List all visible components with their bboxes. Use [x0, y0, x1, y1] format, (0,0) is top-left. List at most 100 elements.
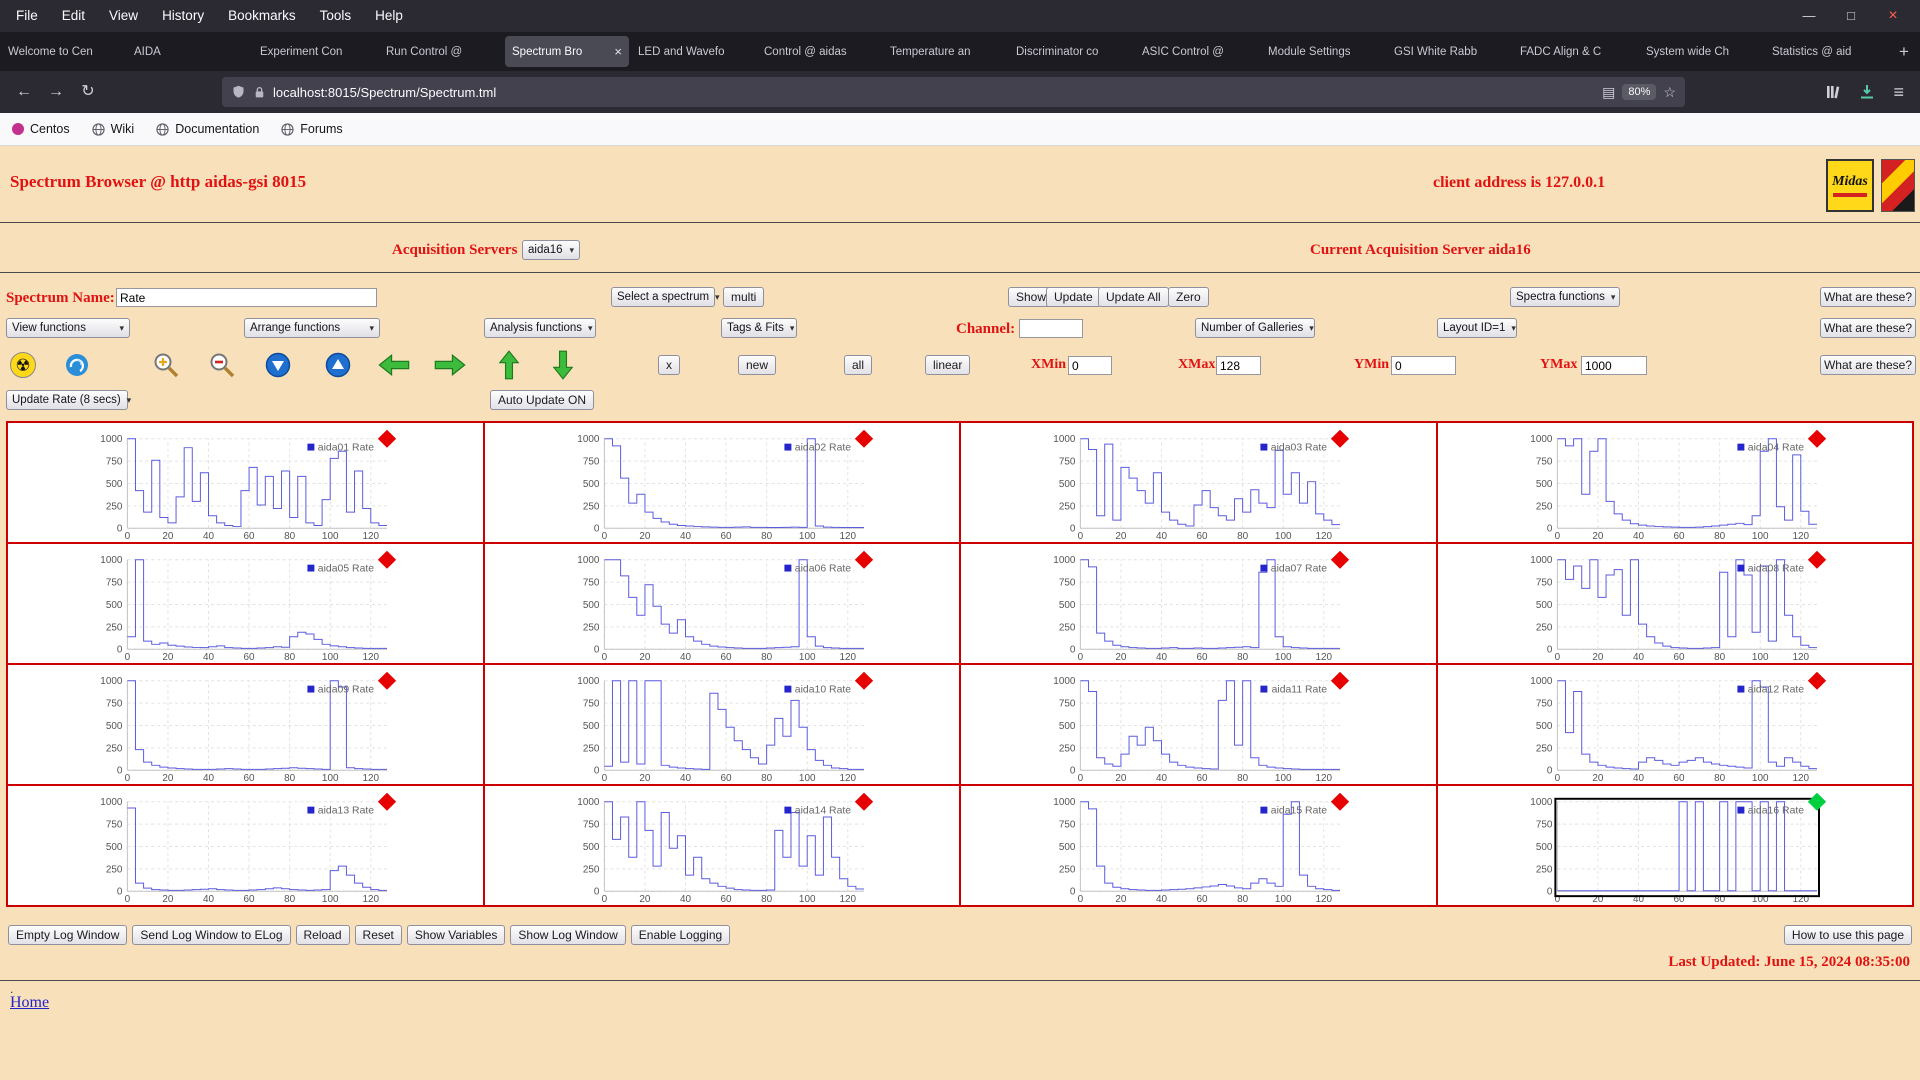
- spectrum-chart-aida04[interactable]: 0 250 500 750 1000 0 20 40 60 80 100 120 aida04 Rate: [1436, 422, 1913, 543]
- home-link[interactable]: Home: [10, 994, 49, 1012]
- xmin-input[interactable]: [1068, 356, 1112, 375]
- tab-system-wide-ch[interactable]: System wide Ch: [1639, 36, 1763, 67]
- spectrum-chart-aida03[interactable]: 0 250 500 750 1000 0 20 40 60 80 100 120 aida03 Rate: [960, 422, 1437, 543]
- reader-mode-icon[interactable]: ▤: [1602, 84, 1615, 101]
- menu-history[interactable]: History: [150, 0, 216, 32]
- water-swirl-icon[interactable]: [64, 352, 90, 378]
- tab-run-control[interactable]: Run Control @: [379, 36, 503, 67]
- new-button[interactable]: new: [738, 355, 777, 375]
- zero-button[interactable]: Zero: [1168, 287, 1209, 307]
- what-are-these-button-1[interactable]: What are these?: [1820, 287, 1916, 307]
- menu-hamburger-icon[interactable]: ≡: [1893, 82, 1904, 103]
- all-button[interactable]: all: [844, 355, 873, 375]
- reset-button[interactable]: Reset: [354, 925, 402, 945]
- radiation-icon[interactable]: ☢: [10, 352, 36, 378]
- tab-control-aidas[interactable]: Control @ aidas: [757, 36, 881, 67]
- tab-led-and-wavefo[interactable]: LED and Wavefo: [631, 36, 755, 67]
- layout-id-dropdown[interactable]: Layout ID=1: [1437, 318, 1517, 338]
- lock-icon[interactable]: [253, 85, 266, 100]
- zoom-in-magnifier-icon[interactable]: [152, 351, 180, 379]
- tab-spectrum-bro[interactable]: Spectrum Bro ×: [505, 36, 629, 67]
- how-to-use-button[interactable]: How to use this page: [1783, 925, 1912, 945]
- spectrum-chart-aida05[interactable]: 0 250 500 750 1000 0 20 40 60 80 100 120 aida05 Rate: [7, 543, 484, 664]
- tab-gsi-white-rabb[interactable]: GSI White Rabb: [1387, 36, 1511, 67]
- what-are-these-button-2[interactable]: What are these?: [1820, 318, 1916, 338]
- show-variables-button[interactable]: Show Variables: [406, 925, 506, 945]
- select-spectrum-dropdown[interactable]: Select a spectrum: [611, 287, 715, 307]
- spectrum-chart-aida09[interactable]: 0 250 500 750 1000 0 20 40 60 80 100 120 aida09 Rate: [7, 664, 484, 785]
- ymax-input[interactable]: [1581, 356, 1647, 375]
- bookmark-centos[interactable]: Centos: [12, 122, 70, 136]
- tab-module-settings[interactable]: Module Settings: [1261, 36, 1385, 67]
- tab-experiment-con[interactable]: Experiment Con: [253, 36, 377, 67]
- tab-asic-control[interactable]: ASIC Control @: [1135, 36, 1259, 67]
- menu-view[interactable]: View: [97, 0, 150, 32]
- menu-tools[interactable]: Tools: [308, 0, 364, 32]
- tab-statistics-aid[interactable]: Statistics @ aid: [1765, 36, 1889, 67]
- spectrum-chart-aida13[interactable]: 0 250 500 750 1000 0 20 40 60 80 100 120 aida13 Rate: [7, 785, 484, 906]
- shield-icon[interactable]: [231, 84, 246, 100]
- green-arrow-up-icon[interactable]: [497, 350, 521, 380]
- circle-up-icon[interactable]: [325, 352, 351, 378]
- zoom-out-magnifier-icon[interactable]: [208, 351, 236, 379]
- arrange-functions-dropdown[interactable]: Arrange functions: [244, 318, 380, 338]
- new-tab-button[interactable]: +: [1890, 42, 1918, 62]
- green-arrow-right-icon[interactable]: [433, 354, 467, 376]
- circle-down-icon[interactable]: [265, 352, 291, 378]
- bookmark-forums[interactable]: Forums: [281, 122, 343, 136]
- bookmark-documentation[interactable]: Documentation: [156, 122, 259, 136]
- reload-button[interactable]: ↻: [72, 78, 104, 106]
- update-rate-dropdown[interactable]: Update Rate (8 secs): [6, 390, 128, 410]
- ymin-input[interactable]: [1391, 356, 1456, 375]
- reload-button[interactable]: Reload: [295, 925, 350, 945]
- tags-fits-dropdown[interactable]: Tags & Fits: [721, 318, 797, 338]
- menu-file[interactable]: File: [4, 0, 50, 32]
- enable-logging-button[interactable]: Enable Logging: [630, 925, 731, 945]
- bookmark-wiki[interactable]: Wiki: [91, 122, 134, 136]
- close-button[interactable]: ×: [1872, 0, 1914, 32]
- tab-welcome-to-cen[interactable]: Welcome to Cen: [1, 36, 125, 67]
- spectrum-name-input[interactable]: [116, 288, 377, 307]
- menu-edit[interactable]: Edit: [50, 0, 97, 32]
- spectrum-chart-aida12[interactable]: 0 250 500 750 1000 0 20 40 60 80 100 120 aida12 Rate: [1436, 664, 1913, 785]
- channel-input[interactable]: [1019, 319, 1083, 338]
- zoom-level-badge[interactable]: 80%: [1622, 84, 1657, 100]
- auto-update-button[interactable]: Auto Update ON: [490, 390, 595, 410]
- spectrum-chart-aida06[interactable]: 0 250 500 750 1000 0 20 40 60 80 100 120 aida06 Rate: [483, 543, 960, 664]
- forward-button[interactable]: →: [40, 78, 72, 106]
- spectrum-chart-aida02[interactable]: 0 250 500 750 1000 0 20 40 60 80 100 120 aida02 Rate: [483, 422, 960, 543]
- menu-help[interactable]: Help: [363, 0, 415, 32]
- url-bar[interactable]: localhost:8015/Spectrum/Spectrum.tml ▤ 8…: [222, 77, 1685, 107]
- view-functions-dropdown[interactable]: View functions: [6, 318, 130, 338]
- tab-temperature-an[interactable]: Temperature an: [883, 36, 1007, 67]
- multi-button[interactable]: multi: [723, 287, 765, 307]
- green-arrow-left-icon[interactable]: [378, 354, 410, 376]
- acquisition-server-select[interactable]: aida16: [522, 240, 580, 260]
- spectrum-chart-aida08[interactable]: 0 250 500 750 1000 0 20 40 60 80 100 120 aida08 Rate: [1436, 543, 1913, 664]
- show-log-window-button[interactable]: Show Log Window: [510, 925, 626, 945]
- minimize-button[interactable]: —: [1788, 0, 1830, 32]
- spectrum-chart-aida16[interactable]: 0 250 500 750 1000 0 20 40 60 80 100 120 aida16 Rate: [1436, 785, 1913, 906]
- spectrum-chart-aida15[interactable]: 0 250 500 750 1000 0 20 40 60 80 100 120 aida15 Rate: [960, 785, 1437, 906]
- spectrum-chart-aida01[interactable]: 0 250 500 750 1000 0 20 40 60 80 100 120 aida01 Rate: [7, 422, 484, 543]
- empty-log-window-button[interactable]: Empty Log Window: [8, 925, 128, 945]
- tab-discriminator-co[interactable]: Discriminator co: [1009, 36, 1133, 67]
- maximize-button[interactable]: □: [1830, 0, 1872, 32]
- spectrum-chart-aida07[interactable]: 0 250 500 750 1000 0 20 40 60 80 100 120 aida07 Rate: [960, 543, 1437, 664]
- update-all-button[interactable]: Update All: [1098, 287, 1169, 307]
- update-button[interactable]: Update: [1046, 287, 1101, 307]
- tab-fadc-align-c[interactable]: FADC Align & C: [1513, 36, 1637, 67]
- downloads-icon[interactable]: [1859, 84, 1875, 100]
- spectra-functions-dropdown[interactable]: Spectra functions: [1510, 287, 1620, 307]
- tab-aida[interactable]: AIDA: [127, 36, 251, 67]
- library-icon[interactable]: [1825, 84, 1841, 100]
- spectrum-chart-aida14[interactable]: 0 250 500 750 1000 0 20 40 60 80 100 120 aida14 Rate: [483, 785, 960, 906]
- x-button[interactable]: x: [658, 355, 680, 375]
- back-button[interactable]: ←: [8, 78, 40, 106]
- spectrum-chart-aida10[interactable]: 0 250 500 750 1000 0 20 40 60 80 100 120 aida10 Rate: [483, 664, 960, 785]
- bookmark-star-icon[interactable]: ☆: [1663, 84, 1676, 101]
- number-of-galleries-dropdown[interactable]: Number of Galleries: [1195, 318, 1315, 338]
- xmax-input[interactable]: [1216, 356, 1261, 375]
- spectrum-chart-aida11[interactable]: 0 250 500 750 1000 0 20 40 60 80 100 120 aida11 Rate: [960, 664, 1437, 785]
- send-log-window-to-elog-button[interactable]: Send Log Window to ELog: [132, 925, 291, 945]
